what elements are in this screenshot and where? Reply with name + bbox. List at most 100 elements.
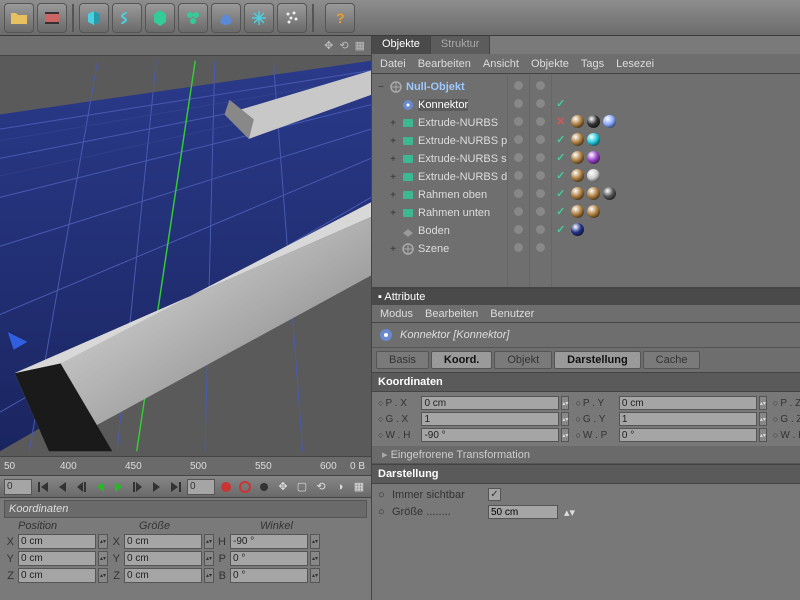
tree-expand-icon[interactable]: − bbox=[376, 82, 386, 93]
menu-objects[interactable]: Objekte bbox=[531, 58, 569, 70]
material-tag-icon[interactable] bbox=[603, 187, 616, 200]
coord-field[interactable] bbox=[421, 396, 559, 410]
key-scale-icon[interactable]: ▢ bbox=[294, 479, 310, 495]
tab-objects[interactable]: Objekte bbox=[372, 36, 431, 54]
next-frame-icon[interactable] bbox=[130, 479, 146, 495]
prev-frame-icon[interactable] bbox=[73, 479, 89, 495]
visibility-dot[interactable] bbox=[536, 99, 545, 108]
render-check-icon[interactable]: ✓ bbox=[556, 133, 565, 146]
tree-item[interactable]: Extrude-NURBS s bbox=[418, 153, 507, 165]
render-check-icon[interactable]: ✓ bbox=[556, 205, 565, 218]
toolbar-hexagon-icon[interactable] bbox=[145, 3, 175, 33]
material-tag-icon[interactable] bbox=[571, 187, 584, 200]
tab-structure[interactable]: Struktur bbox=[431, 36, 491, 54]
move-gizmo-icon[interactable]: ✥ bbox=[324, 39, 333, 52]
toolbar-cube-icon[interactable] bbox=[79, 3, 109, 33]
angle-field[interactable] bbox=[230, 534, 308, 549]
tree-item[interactable]: Rahmen unten bbox=[418, 207, 490, 219]
material-tag-icon[interactable] bbox=[571, 151, 584, 164]
visibility-dot[interactable] bbox=[536, 225, 545, 234]
visibility-dot[interactable] bbox=[514, 153, 523, 162]
toolbar-expand-icon[interactable] bbox=[244, 3, 274, 33]
spinner-icon[interactable]: ▴▾ bbox=[759, 428, 767, 442]
visibility-dot[interactable] bbox=[514, 171, 523, 180]
visibility-dot[interactable] bbox=[536, 81, 545, 90]
toolbar-sweep-icon[interactable] bbox=[211, 3, 241, 33]
size-spinner[interactable]: ▴▾ bbox=[564, 506, 575, 519]
menu-edit[interactable]: Bearbeiten bbox=[418, 58, 471, 70]
spinner-icon[interactable]: ▴▾ bbox=[561, 412, 569, 426]
spinner-icon[interactable]: ▴▾ bbox=[204, 534, 214, 549]
tree-expand-icon[interactable]: + bbox=[388, 244, 398, 255]
position-field[interactable] bbox=[18, 534, 96, 549]
spinner-icon[interactable]: ▴▾ bbox=[310, 568, 320, 583]
visibility-dot[interactable] bbox=[536, 117, 545, 126]
position-field[interactable] bbox=[18, 551, 96, 566]
menu-file[interactable]: Datei bbox=[380, 58, 406, 70]
material-tag-icon[interactable] bbox=[571, 223, 584, 236]
position-field[interactable] bbox=[18, 568, 96, 583]
visibility-dot[interactable] bbox=[514, 117, 523, 126]
size-field[interactable] bbox=[124, 551, 202, 566]
size-field[interactable] bbox=[488, 505, 558, 519]
size-field[interactable] bbox=[124, 568, 202, 583]
material-tag-icon[interactable] bbox=[571, 205, 584, 218]
tree-item[interactable]: Rahmen oben bbox=[418, 189, 487, 201]
material-tag-icon[interactable] bbox=[571, 133, 584, 146]
material-tag-icon[interactable] bbox=[587, 151, 600, 164]
spinner-icon[interactable]: ▴▾ bbox=[310, 534, 320, 549]
attr-tab-cache[interactable]: Cache bbox=[643, 351, 701, 369]
key-rotate-icon[interactable]: ⟲ bbox=[313, 479, 329, 495]
material-tag-icon[interactable] bbox=[587, 133, 600, 146]
menu-tags[interactable]: Tags bbox=[581, 58, 604, 70]
visibility-dot[interactable] bbox=[514, 135, 523, 144]
tree-item[interactable]: Extrude-NURBS p bbox=[418, 135, 507, 147]
spinner-icon[interactable]: ▴▾ bbox=[561, 396, 569, 410]
tree-expand-icon[interactable]: + bbox=[388, 190, 398, 201]
always-visible-checkbox[interactable]: ✓ bbox=[488, 488, 501, 501]
tree-item[interactable]: Extrude-NURBS bbox=[418, 117, 498, 129]
toolbar-cluster-icon[interactable] bbox=[178, 3, 208, 33]
tree-item[interactable]: Null-Objekt bbox=[406, 81, 465, 93]
autokey-icon[interactable] bbox=[237, 479, 253, 495]
visibility-dot[interactable] bbox=[514, 81, 523, 90]
render-check-icon[interactable]: ✓ bbox=[556, 223, 565, 236]
spinner-icon[interactable]: ▴▾ bbox=[204, 551, 214, 566]
go-start-icon[interactable] bbox=[35, 479, 51, 495]
attr-menu-mode[interactable]: Modus bbox=[380, 308, 413, 320]
visibility-dot[interactable] bbox=[536, 207, 545, 216]
render-check-icon[interactable]: ✓ bbox=[556, 169, 565, 182]
frame-start-field[interactable]: 0 bbox=[4, 479, 32, 495]
render-x-icon[interactable]: ✕ bbox=[556, 115, 565, 128]
tree-expand-icon[interactable]: + bbox=[388, 172, 398, 183]
material-tag-icon[interactable] bbox=[587, 115, 600, 128]
menu-view[interactable]: Ansicht bbox=[483, 58, 519, 70]
spinner-icon[interactable]: ▴▾ bbox=[204, 568, 214, 583]
material-tag-icon[interactable] bbox=[571, 169, 584, 182]
spinner-icon[interactable]: ▴▾ bbox=[98, 551, 108, 566]
tree-expand-icon[interactable]: + bbox=[388, 154, 398, 165]
coord-field[interactable] bbox=[421, 412, 559, 426]
render-check-icon[interactable]: ✓ bbox=[556, 151, 565, 164]
attr-menu-edit[interactable]: Bearbeiten bbox=[425, 308, 478, 320]
key-pla-icon[interactable]: ▦ bbox=[351, 479, 367, 495]
coord-field[interactable] bbox=[619, 428, 757, 442]
attr-menu-user[interactable]: Benutzer bbox=[490, 308, 534, 320]
visibility-dot[interactable] bbox=[536, 171, 545, 180]
spinner-icon[interactable]: ▴▾ bbox=[759, 412, 767, 426]
render-check-icon[interactable]: ✓ bbox=[556, 97, 565, 110]
visibility-dot[interactable] bbox=[514, 207, 523, 216]
attr-tab-basis[interactable]: Basis bbox=[376, 351, 429, 369]
spinner-icon[interactable]: ▴▾ bbox=[98, 534, 108, 549]
record-icon[interactable] bbox=[218, 479, 234, 495]
ruler[interactable]: 50 400 450 500 550 600 0 B bbox=[0, 456, 371, 476]
viewport-menu-icon[interactable]: ▦ bbox=[355, 39, 365, 52]
play-icon[interactable] bbox=[111, 479, 127, 495]
tree-expand-icon[interactable]: + bbox=[388, 136, 398, 147]
attr-tab-darstellung[interactable]: Darstellung bbox=[554, 351, 641, 369]
visibility-dot[interactable] bbox=[536, 135, 545, 144]
visibility-dot[interactable] bbox=[536, 189, 545, 198]
render-check-icon[interactable]: ✓ bbox=[556, 187, 565, 200]
spinner-icon[interactable]: ▴▾ bbox=[759, 396, 767, 410]
visibility-dot[interactable] bbox=[536, 243, 545, 252]
